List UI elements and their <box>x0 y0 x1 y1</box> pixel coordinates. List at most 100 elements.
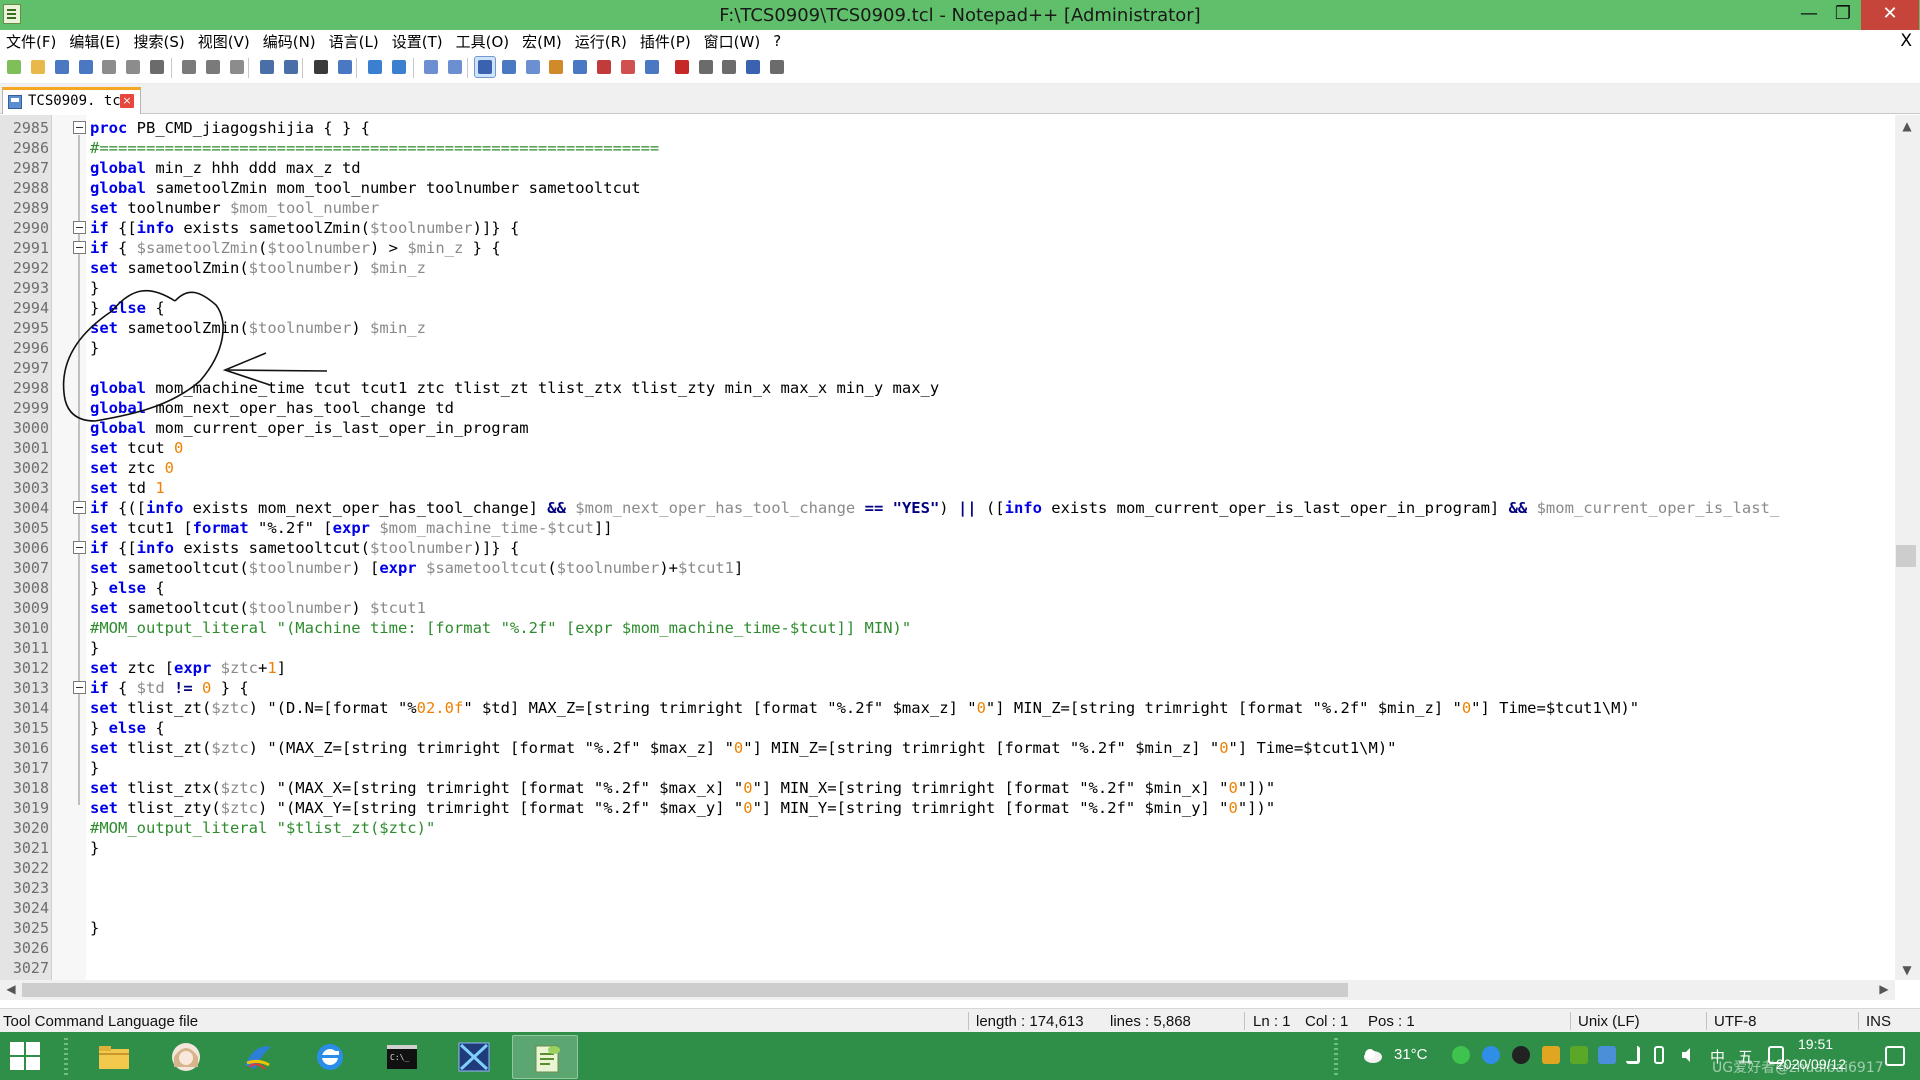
zoom-in-icon[interactable] <box>365 57 385 77</box>
code-line[interactable]: 3013 if { $td != 0 } { <box>0 678 1895 698</box>
code-line[interactable]: 3000 global mom_current_oper_is_last_oper… <box>0 418 1895 438</box>
menu-item-12[interactable]: ? <box>773 32 781 50</box>
horizontal-scroll-thumb[interactable] <box>22 983 1348 997</box>
code-line[interactable]: 3012 set ztc [expr $ztc+1] <box>0 658 1895 678</box>
code-line[interactable]: 2989 set toolnumber $mom_tool_number <box>0 198 1895 218</box>
code-line[interactable]: 3022 <box>0 858 1895 878</box>
code-editor[interactable]: 2985 proc PB_CMD_jiagogshijia { } {2986 #=… <box>0 115 1920 980</box>
play-macro-icon[interactable] <box>719 57 739 77</box>
code-line[interactable]: 2987 global min_z hhh ddd max_z td <box>0 158 1895 178</box>
menu-item-5[interactable]: 语言(L) <box>329 31 379 52</box>
function-list-icon[interactable] <box>594 57 614 77</box>
volume-icon[interactable] <box>1680 1046 1698 1064</box>
code-line[interactable]: 2990 if {[info exists sametoolZmin($tooln… <box>0 218 1895 238</box>
menu-item-3[interactable]: 视图(V) <box>198 31 250 52</box>
sync-horizontal-icon[interactable] <box>445 57 465 77</box>
taskbar-internet-explorer[interactable] <box>296 1035 362 1079</box>
menu-item-7[interactable]: 工具(O) <box>456 31 510 52</box>
code-line[interactable]: 2998 global mom_machine_time tcut tcut1 z… <box>0 378 1895 398</box>
taskbar-command-prompt[interactable]: C:\_ <box>368 1035 434 1079</box>
zoom-out-icon[interactable] <box>389 57 409 77</box>
maximize-button[interactable]: ❐ <box>1820 0 1866 30</box>
fold-toggle-icon[interactable] <box>73 681 86 694</box>
sync-vertical-icon[interactable] <box>421 57 441 77</box>
security-shield-icon[interactable] <box>1542 1046 1560 1064</box>
code-line[interactable]: 2995 set sametoolZmin($toolnumber) $min_z <box>0 318 1895 338</box>
doc-map-icon[interactable] <box>570 57 590 77</box>
taskbar-feather-app[interactable] <box>224 1035 290 1079</box>
menu-item-10[interactable]: 插件(P) <box>640 31 691 52</box>
action-center-icon[interactable] <box>1885 1046 1905 1066</box>
nvidia-icon[interactable] <box>1570 1046 1588 1064</box>
tab-close-icon[interactable]: × <box>120 94 134 108</box>
close-all-icon[interactable] <box>123 57 143 77</box>
fold-toggle-icon[interactable] <box>73 121 86 134</box>
scroll-down-icon[interactable]: ▼ <box>1900 963 1914 977</box>
save-icon[interactable] <box>52 57 72 77</box>
start-button[interactable] <box>10 1042 42 1072</box>
code-line[interactable]: 2988 global sametoolZmin mom_tool_number … <box>0 178 1895 198</box>
taskbar-anime-app[interactable] <box>152 1035 218 1079</box>
scroll-left-icon[interactable]: ◀ <box>4 982 18 996</box>
code-line[interactable]: 3025} <box>0 918 1895 938</box>
code-line[interactable]: 3020 #MOM_output_literal "$tlist_zt($ztc)… <box>0 818 1895 838</box>
taskbar-nx-app[interactable] <box>440 1035 506 1079</box>
menu-item-1[interactable]: 编辑(E) <box>69 31 120 52</box>
horizontal-scrollbar[interactable]: ◀ ▶ <box>0 980 1895 1000</box>
code-line[interactable]: 3008} else { <box>0 578 1895 598</box>
menu-item-0[interactable]: 文件(F) <box>6 31 56 52</box>
folder-workspace-icon[interactable] <box>618 57 638 77</box>
signal-strength-icon[interactable] <box>1626 1046 1640 1064</box>
battery-icon[interactable] <box>1654 1046 1664 1064</box>
network-monitor-icon[interactable] <box>1598 1046 1616 1064</box>
code-line[interactable]: 3011} <box>0 638 1895 658</box>
code-line[interactable]: 2992 set sametoolZmin($toolnumber) $min_z <box>0 258 1895 278</box>
code-line[interactable]: 3016 set tlist_zt($ztc) "(MAX_Z=[string t… <box>0 738 1895 758</box>
taskbar-notepadpp[interactable] <box>512 1035 578 1079</box>
menu-item-9[interactable]: 运行(R) <box>575 31 627 52</box>
code-line[interactable]: 2991 if { $sametoolZmin($toolnumber) > $m… <box>0 238 1895 258</box>
code-line[interactable]: 3024 <box>0 898 1895 918</box>
ie-tray-icon[interactable] <box>1482 1046 1500 1064</box>
qq-icon[interactable] <box>1512 1046 1530 1064</box>
code-line[interactable]: 3026 <box>0 938 1895 958</box>
close-document-button[interactable]: X <box>1900 30 1912 52</box>
code-line[interactable]: 3001 set tcut 0 <box>0 438 1895 458</box>
menu-item-4[interactable]: 编码(N) <box>263 31 316 52</box>
scroll-up-icon[interactable]: ▲ <box>1900 119 1914 133</box>
show-all-chars-icon[interactable] <box>499 57 519 77</box>
run-macro-multiple-icon[interactable] <box>743 57 763 77</box>
code-line[interactable]: 3019 set tlist_zty($ztc) "(MAX_Y=[string … <box>0 798 1895 818</box>
code-line[interactable]: 3018 set tlist_ztx($ztc) "(MAX_X=[string … <box>0 778 1895 798</box>
fold-toggle-icon[interactable] <box>73 221 86 234</box>
taskbar-file-explorer[interactable] <box>80 1035 146 1079</box>
close-icon[interactable] <box>99 57 119 77</box>
fold-toggle-icon[interactable] <box>73 241 86 254</box>
vertical-scrollbar[interactable]: ▲ ▼ <box>1895 115 1920 980</box>
weather-temperature[interactable]: 31°C <box>1394 1046 1428 1063</box>
indent-guide-icon[interactable] <box>523 57 543 77</box>
word-wrap-icon[interactable] <box>474 56 497 78</box>
new-file-icon[interactable] <box>4 57 24 77</box>
code-line[interactable]: 3002 set ztc 0 <box>0 458 1895 478</box>
code-line[interactable]: 3009 set sametooltcut($toolnumber) $tcut1 <box>0 598 1895 618</box>
fold-toggle-icon[interactable] <box>73 501 86 514</box>
code-line[interactable]: 3021} <box>0 838 1895 858</box>
code-line[interactable]: 2997 <box>0 358 1895 378</box>
code-line[interactable]: 2985 proc PB_CMD_jiagogshijia { } { <box>0 118 1895 138</box>
undo-icon[interactable] <box>257 57 277 77</box>
code-line[interactable]: 3003 set td 1 <box>0 478 1895 498</box>
udl-icon[interactable] <box>546 57 566 77</box>
code-text-area[interactable]: 2985 proc PB_CMD_jiagogshijia { } {2986 #=… <box>0 118 1895 978</box>
weather-cloud-icon[interactable] <box>1362 1046 1384 1064</box>
menu-item-2[interactable]: 搜索(S) <box>134 31 185 52</box>
save-all-icon[interactable] <box>76 57 96 77</box>
menu-item-8[interactable]: 宏(M) <box>522 31 562 52</box>
menu-item-6[interactable]: 设置(T) <box>392 31 443 52</box>
code-line[interactable]: 2994} else { <box>0 298 1895 318</box>
code-line[interactable]: 3006 if {[info exists sametooltcut($tooln… <box>0 538 1895 558</box>
record-macro-icon[interactable] <box>672 57 692 77</box>
code-line[interactable]: 3015} else { <box>0 718 1895 738</box>
vertical-scroll-thumb[interactable] <box>1896 545 1916 567</box>
code-line[interactable]: 3017} <box>0 758 1895 778</box>
